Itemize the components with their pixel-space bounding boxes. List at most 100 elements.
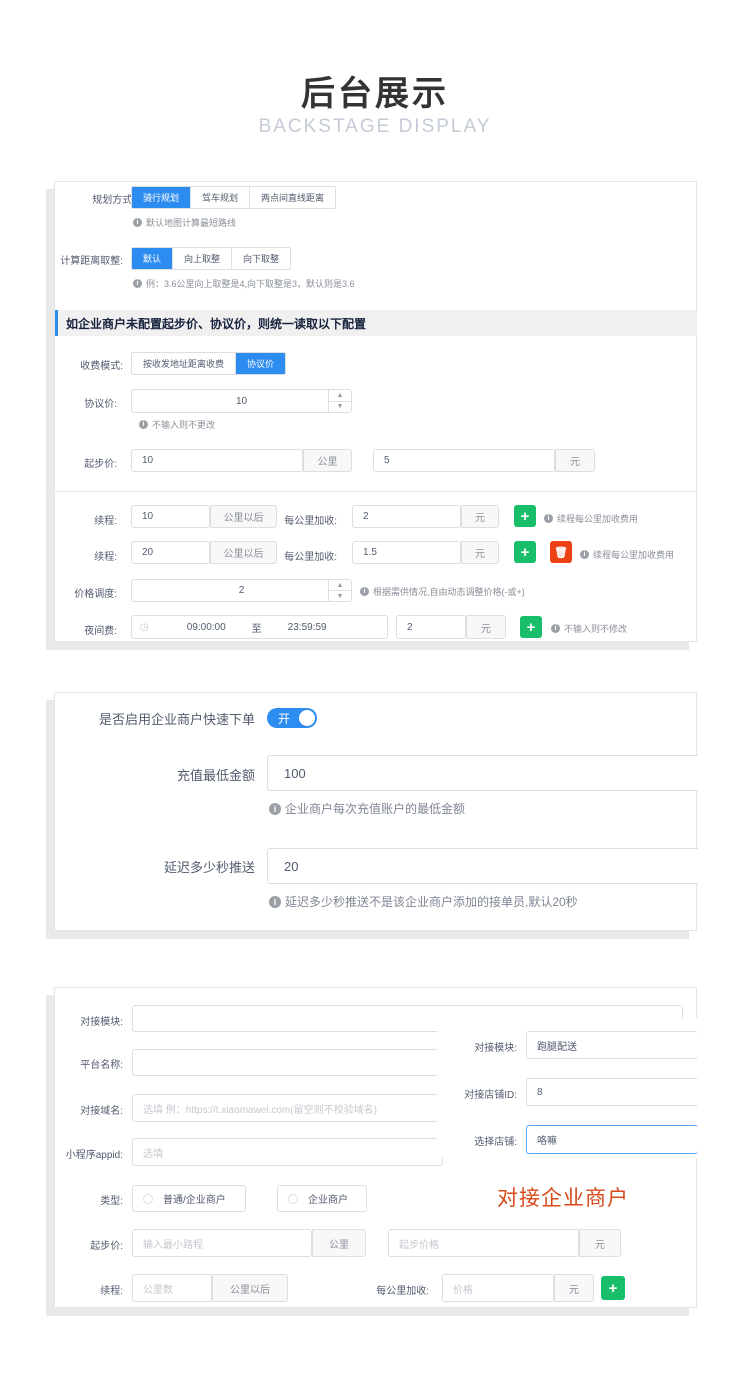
platform-input[interactable] xyxy=(132,1049,443,1076)
night-time-range[interactable]: ◷ 09:00:00 至 23:59:59 xyxy=(131,615,388,639)
adjust-label: 价格调度: xyxy=(74,589,117,600)
shop-label: 选择店铺: xyxy=(474,1137,517,1148)
merchant-docking-panel: 对接模块: 平台名称: 对接域名: 选填 例：https://t.xiaomaw… xyxy=(54,987,698,1308)
adjust-hint: i 根据需供情况,自由动态调整价格(-或+) xyxy=(360,585,525,598)
agreed-price-label: 协议价: xyxy=(84,399,117,410)
unit-km: 公里 xyxy=(303,449,352,472)
min-amount-input[interactable]: 100 xyxy=(267,755,698,791)
unit-yuan-night: 元 xyxy=(466,615,506,639)
start-price-input-3[interactable]: 起步价格 xyxy=(388,1229,579,1257)
chevron-up-icon[interactable]: ▲ xyxy=(329,580,351,591)
agreed-price-input[interactable]: 10 xyxy=(131,389,352,413)
round-option-default[interactable]: 默认 xyxy=(132,248,173,269)
start-label: 起步价: xyxy=(90,1241,123,1252)
unit-yuan-2: 元 xyxy=(461,541,499,564)
chevron-up-icon[interactable]: ▲ xyxy=(329,390,351,402)
banner-text: 对接企业商户 xyxy=(497,1187,629,1210)
appid-input[interactable]: 选填 xyxy=(132,1138,443,1166)
clock-icon: ◷ xyxy=(140,621,149,633)
start-price-label: 起步价: xyxy=(84,459,117,470)
right-module-label: 对接模块: xyxy=(474,1043,517,1054)
km-count-input[interactable]: 公里数 xyxy=(132,1274,212,1302)
type-radio-enterprise[interactable]: 企业商户 xyxy=(277,1185,367,1212)
round-label: 计算距离取整: xyxy=(60,256,123,267)
chevron-down-icon[interactable]: ▼ xyxy=(329,591,351,601)
add-night-button[interactable]: + xyxy=(520,616,542,638)
unit-yuan-addon: 元 xyxy=(579,1229,621,1257)
delay-label: 延迟多少秒推送 xyxy=(163,860,255,875)
km-after-addon-1: 公里以后 xyxy=(210,505,277,528)
info-icon: i xyxy=(269,895,281,908)
min-distance-input[interactable]: 输入最小路程 xyxy=(132,1229,312,1257)
plan-option-driving[interactable]: 驾车规划 xyxy=(190,187,250,208)
add-row-button-2[interactable]: + xyxy=(514,541,536,563)
page-title: 后台展示 xyxy=(301,75,449,113)
continue-km-input-2[interactable]: 20 xyxy=(131,541,210,564)
night-start: 09:00:00 xyxy=(186,621,226,633)
radio-icon xyxy=(143,1193,153,1204)
info-icon: i xyxy=(269,802,281,815)
fee-mode-label: 收费模式: xyxy=(80,361,123,372)
plan-segmented: 骑行规划 驾车规划 两点间直线距离 xyxy=(131,186,337,209)
continue-label-2: 续程: xyxy=(94,552,117,563)
quick-order-panel: 是否启用企业商户快速下单 开 充值最低金额 100 i 企业商户每次充值账户的最… xyxy=(54,692,698,931)
info-icon: i xyxy=(139,420,148,429)
night-fee-label: 夜间费: xyxy=(84,626,117,637)
unit-yuan-1: 元 xyxy=(461,505,499,528)
quick-order-toggle[interactable]: 开 xyxy=(267,708,317,728)
quick-order-label: 是否启用企业商户快速下单 xyxy=(98,712,255,727)
trash-icon[interactable]: 🗑 xyxy=(550,541,572,563)
plan-option-cycling[interactable]: 骑行规划 xyxy=(132,187,191,208)
fee-mode-distance[interactable]: 按收发地址距离收费 xyxy=(132,353,236,374)
start-price-input[interactable]: 5 xyxy=(373,449,555,472)
night-price-input[interactable]: 2 xyxy=(396,615,466,639)
type-radio-normal[interactable]: 普通/企业商户 xyxy=(132,1185,246,1212)
shop-id-input[interactable]: 8 xyxy=(526,1078,698,1106)
agreed-hint: i 不输入则不更改 xyxy=(139,418,215,431)
type-label: 类型: xyxy=(100,1196,123,1207)
night-hint: i 不输入则不修改 xyxy=(551,622,627,635)
unit-km-addon: 公里 xyxy=(312,1229,366,1257)
row1-hint: i 续程每公里加收费用 xyxy=(544,512,638,525)
delay-input[interactable]: 20 xyxy=(267,848,698,884)
km-after-addon-2: 公里以后 xyxy=(210,541,277,564)
continue-label-3: 续程: xyxy=(100,1286,123,1297)
agreed-price-stepper[interactable]: ▲ ▼ xyxy=(328,390,351,412)
right-module-input[interactable]: 跑腿配送 xyxy=(526,1031,698,1059)
radio-icon xyxy=(288,1193,298,1204)
adjust-stepper[interactable]: ▲ ▼ xyxy=(328,580,351,601)
round-option-up[interactable]: 向上取整 xyxy=(172,248,232,269)
fee-mode-agreed[interactable]: 协议价 xyxy=(235,353,286,374)
round-option-down[interactable]: 向下取整 xyxy=(231,248,291,269)
continue-km-input-1[interactable]: 10 xyxy=(131,505,210,528)
min-amount-label: 充值最低金额 xyxy=(176,768,255,783)
per-km-input-2[interactable]: 1.5 xyxy=(352,541,461,564)
platform-label: 平台名称: xyxy=(80,1060,123,1071)
appid-label: 小程序appid: xyxy=(65,1150,123,1161)
continue-label: 续程: xyxy=(94,516,117,527)
chevron-down-icon[interactable]: ▼ xyxy=(329,402,351,413)
per-km-input-1[interactable]: 2 xyxy=(352,505,461,528)
unit-yuan: 元 xyxy=(555,449,595,472)
plan-option-straight[interactable]: 两点间直线距离 xyxy=(249,187,336,208)
round-segmented: 默认 向上取整 向下取整 xyxy=(131,247,292,270)
domain-input[interactable]: 选填 例：https://t.xiaomawei.com(留空则不校验域名) xyxy=(132,1094,443,1122)
info-icon: i xyxy=(133,218,142,227)
adjust-input[interactable]: 2 xyxy=(131,579,352,602)
per-km-price-input[interactable]: 价格 xyxy=(442,1274,554,1302)
add-continue-button[interactable]: + xyxy=(601,1276,625,1300)
domain-label: 对接域名: xyxy=(80,1106,123,1117)
section-header: 如企业商户未配置起步价、协议价，则统一读取以下配置 xyxy=(55,310,697,336)
info-icon: i xyxy=(580,550,589,559)
delay-hint: i 延迟多少秒推送不是该企业商户添加的接单员,默认20秒 xyxy=(269,893,578,910)
info-icon: i xyxy=(360,587,369,596)
shop-select[interactable]: 咯嘛 xyxy=(526,1125,698,1154)
night-end: 23:59:59 xyxy=(287,621,327,633)
add-row-button[interactable]: + xyxy=(514,505,536,527)
info-icon: i xyxy=(133,279,142,288)
start-km-input[interactable]: 10 xyxy=(131,449,303,472)
per-km-label-1: 每公里加收: xyxy=(284,516,337,527)
toggle-knob xyxy=(299,710,315,726)
divider xyxy=(55,491,697,492)
round-hint: i 例：3.6公里向上取整是4,向下取整是3，默认则是3.6 xyxy=(133,277,355,290)
